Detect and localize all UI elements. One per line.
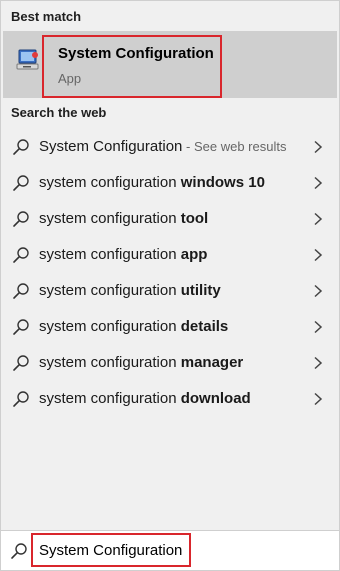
web-result-text: system configuration download <box>39 390 251 407</box>
search-input-highlight[interactable]: System Configuration <box>31 533 191 567</box>
chevron-right-icon[interactable] <box>312 212 324 226</box>
search-icon <box>13 283 29 299</box>
search-results-panel: Best match System Configuration App Sear… <box>0 0 340 530</box>
web-result-text: System Configuration - See web results <box>39 138 286 155</box>
web-result-item[interactable]: System Configuration - See web results <box>1 129 340 165</box>
web-result-prefix: system configuration <box>39 174 181 191</box>
web-result-item[interactable]: system configuration download <box>1 381 340 417</box>
search-input[interactable]: System Configuration <box>39 542 182 559</box>
best-match-header: Best match <box>11 9 82 24</box>
search-the-web-header: Search the web <box>11 105 107 120</box>
web-result-bold: details <box>180 318 229 335</box>
web-result-text: system configuration tool <box>39 210 208 227</box>
web-results-list: System Configuration - See web results sy… <box>1 129 340 417</box>
web-result-item[interactable]: system configuration tool <box>1 201 340 237</box>
taskbar-search-bar[interactable]: System Configuration <box>0 530 340 571</box>
web-result-item[interactable]: system configuration windows 10 <box>1 165 340 201</box>
web-result-prefix: system configuration <box>39 318 181 335</box>
search-icon <box>13 139 29 155</box>
web-result-item[interactable]: system configuration details <box>1 309 340 345</box>
web-result-text: system configuration utility <box>39 282 221 299</box>
web-result-bold: windows 10 <box>180 174 265 191</box>
web-result-prefix: system configuration <box>39 210 181 227</box>
system-configuration-app-icon <box>16 49 39 70</box>
web-result-item[interactable]: system configuration app <box>1 237 340 273</box>
best-match-highlight: System Configuration App <box>42 35 222 98</box>
web-result-prefix: System Configuration <box>39 138 183 155</box>
web-result-text: system configuration app <box>39 246 207 263</box>
web-result-prefix: system configuration <box>39 354 181 371</box>
web-result-text: system configuration windows 10 <box>39 174 265 191</box>
web-result-bold: app <box>180 246 208 263</box>
chevron-right-icon[interactable] <box>312 248 324 262</box>
web-result-item[interactable]: system configuration utility <box>1 273 340 309</box>
web-result-prefix: system configuration <box>39 246 181 263</box>
search-icon <box>11 543 27 559</box>
search-icon <box>13 211 29 227</box>
search-icon <box>13 319 29 335</box>
search-icon <box>13 391 29 407</box>
web-result-item[interactable]: system configuration manager <box>1 345 340 381</box>
best-match-subtitle: App <box>58 71 82 86</box>
web-result-bold: download <box>180 390 251 407</box>
best-match-item[interactable]: System Configuration App <box>3 31 337 98</box>
chevron-right-icon[interactable] <box>312 392 324 406</box>
web-result-bold: tool <box>180 210 209 227</box>
web-result-bold: manager <box>180 354 244 371</box>
best-match-title: System Configuration <box>58 45 214 62</box>
chevron-right-icon[interactable] <box>312 320 324 334</box>
web-result-text: system configuration manager <box>39 354 243 371</box>
chevron-right-icon[interactable] <box>312 140 324 154</box>
web-result-text: system configuration details <box>39 318 228 335</box>
chevron-right-icon[interactable] <box>312 176 324 190</box>
web-result-prefix: system configuration <box>39 282 181 299</box>
web-result-bold: utility <box>180 282 221 299</box>
chevron-right-icon[interactable] <box>312 284 324 298</box>
web-result-prefix: system configuration <box>39 390 181 407</box>
chevron-right-icon[interactable] <box>312 356 324 370</box>
search-icon <box>13 175 29 191</box>
search-icon <box>13 247 29 263</box>
web-result-suffix: - See web results <box>182 139 287 154</box>
search-icon <box>13 355 29 371</box>
